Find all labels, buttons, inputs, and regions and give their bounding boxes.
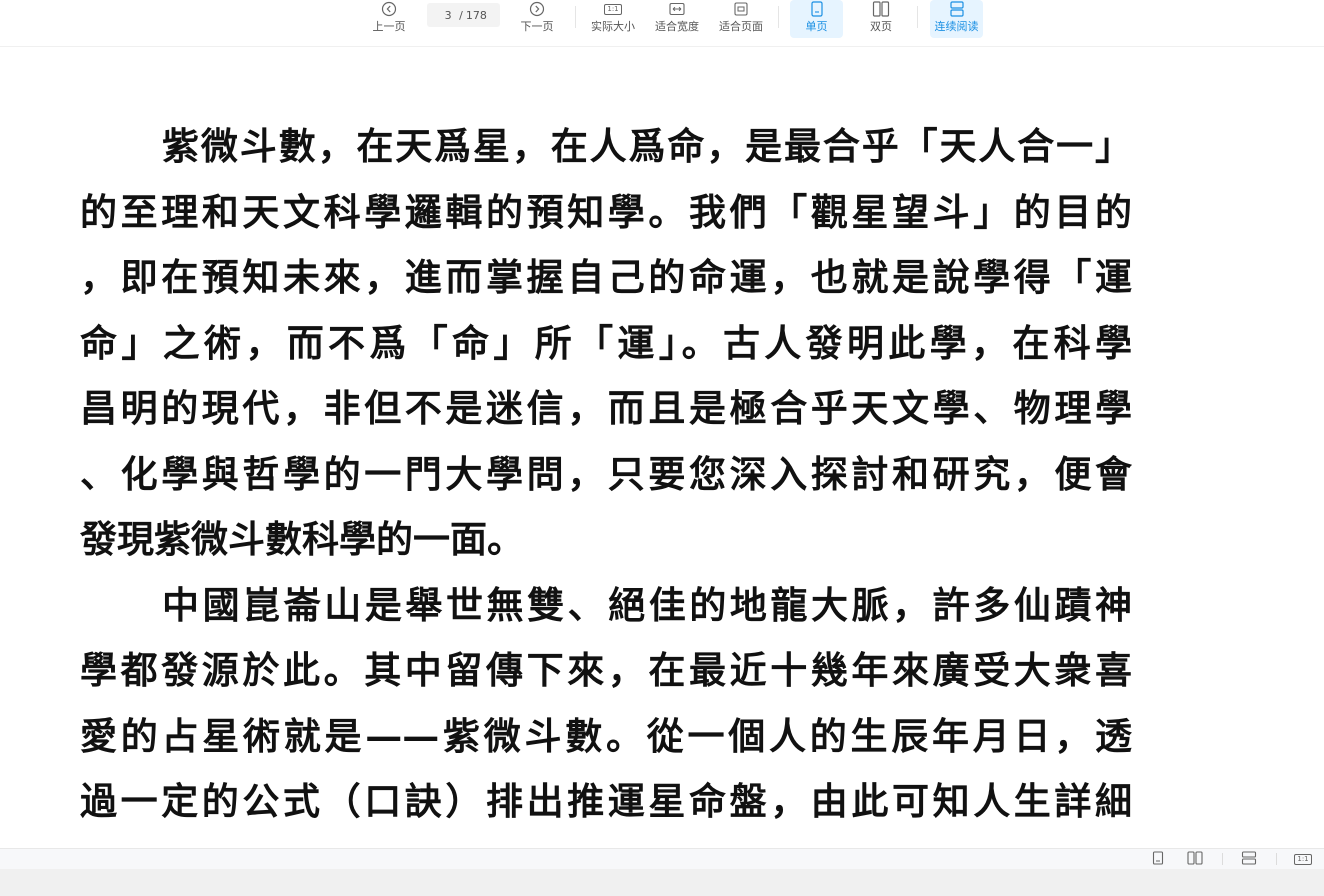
text-line: 的至理和天文科學邏輯的預知學。我們「觀星望斗」的目的: [80, 189, 1132, 234]
double-page-icon: [1187, 850, 1203, 869]
text-line: ，即在預知未來，進而掌握自己的命運，也就是說學得「運: [80, 255, 1132, 299]
next-page-button[interactable]: 下一页: [518, 0, 556, 38]
status-divider: [1222, 853, 1223, 865]
toolbar-divider: [778, 6, 779, 28]
actual-size-status-button[interactable]: 1:1: [1292, 851, 1314, 867]
page-separator: /: [459, 8, 463, 22]
text-line: 昌明的現代，非但不是迷信，而且是極合乎天文學、物理學: [80, 386, 1132, 430]
chevron-right-circle-icon: [529, 0, 545, 18]
continuous-reading-icon: [1241, 850, 1257, 869]
actual-size-label: 实际大小: [591, 20, 635, 33]
continuous-reading-icon: [949, 0, 965, 18]
double-page-button[interactable]: 双页: [862, 0, 900, 38]
single-page-icon: [1152, 850, 1164, 869]
continuous-reading-label: 连续阅读: [934, 20, 979, 33]
text-line: 命」之術，而不爲「命」所「運」。古人發明此學，在科學: [80, 320, 1132, 365]
text-line: 愛的占星術就是——紫微斗數。從一個人的生辰年月日，透: [80, 713, 1132, 758]
fit-page-button[interactable]: 适合页面: [716, 0, 766, 38]
text-line: 學都發源於此。其中留傳下來，在最近十幾年來廣受大衆喜: [80, 648, 1132, 692]
fit-width-button[interactable]: 适合宽度: [652, 0, 702, 38]
fit-width-label: 适合宽度: [655, 20, 699, 33]
fit-width-icon: [669, 0, 685, 18]
page-number-input[interactable]: [440, 8, 457, 22]
continuous-reading-button[interactable]: 连续阅读: [930, 0, 983, 38]
page-indicator: / 178: [427, 3, 500, 27]
text-line: 中國崑崙山是舉世無雙、絕佳的地龍大脈，許多仙蹟神: [162, 582, 1132, 627]
bottom-empty-area: [0, 869, 1324, 896]
chevron-left-circle-icon: [381, 0, 397, 18]
text-line: 、化學與哲學的一門大學問，只要您深入探討和研究，便會: [80, 451, 1132, 496]
text-line: 發現紫微斗數科學的一面。: [80, 517, 524, 561]
status-divider: [1276, 853, 1277, 865]
reader-toolbar: 上一页 / 178 下一页 1:1 实际大小 适合宽度 适合页面: [0, 0, 1324, 47]
single-page-label: 单页: [805, 20, 828, 33]
double-page-icon: [872, 0, 890, 18]
total-pages: 178: [465, 8, 487, 22]
actual-size-button[interactable]: 1:1 实际大小: [588, 0, 638, 38]
toolbar-divider: [575, 6, 576, 28]
text-line: 紫微斗數，在天爲星，在人爲命，是最合乎「天人合一」: [162, 124, 1132, 168]
actual-size-icon: 1:1: [1294, 853, 1312, 865]
single-page-icon: [810, 0, 824, 18]
prev-page-label: 上一页: [372, 20, 406, 33]
prev-page-button[interactable]: 上一页: [370, 0, 408, 38]
fit-page-label: 适合页面: [719, 20, 763, 33]
double-page-view-button[interactable]: [1186, 850, 1204, 869]
text-line: 過一定的公式（口訣）排出推運星命盤，由此可知人生詳細: [80, 779, 1132, 823]
toolbar-divider: [917, 6, 918, 28]
double-page-label: 双页: [870, 20, 892, 33]
document-page-text: 紫微斗數，在天爲星，在人爲命，是最合乎「天人合一」 的至理和天文科學邏輯的預知學…: [80, 114, 1140, 835]
single-page-button[interactable]: 单页: [790, 0, 843, 38]
actual-size-icon: 1:1: [604, 0, 622, 18]
continuous-view-button[interactable]: [1240, 850, 1258, 869]
bottom-status-bar: 1:1: [0, 848, 1324, 869]
next-page-label: 下一页: [520, 20, 554, 33]
single-page-view-button[interactable]: [1150, 850, 1166, 869]
fit-page-icon: [734, 0, 748, 18]
